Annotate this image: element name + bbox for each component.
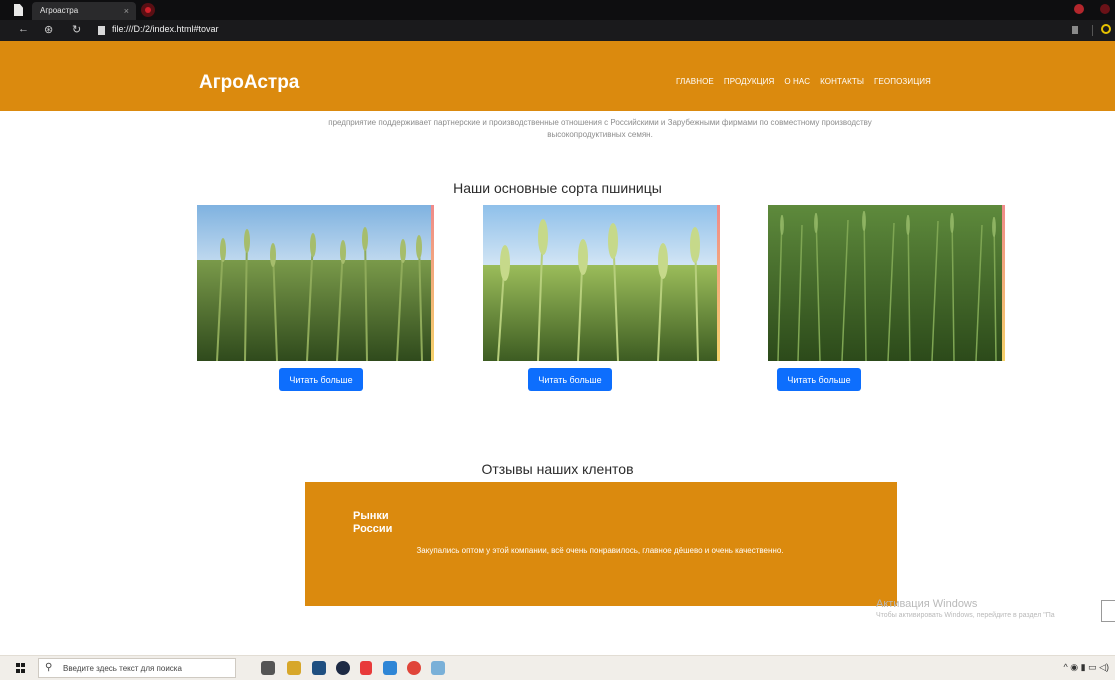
reload-icon[interactable]: ↻ xyxy=(72,23,81,36)
window-close-icon[interactable] xyxy=(1100,4,1110,14)
chrome-icon[interactable] xyxy=(407,661,421,675)
search-placeholder: Введите здесь текст для поиска xyxy=(63,664,182,673)
wheat-image-1 xyxy=(197,205,434,361)
taskbar-search[interactable]: ⚲ Введите здесь текст для поиска xyxy=(38,658,236,678)
extension-icon[interactable] xyxy=(1074,4,1084,14)
nav-contacts[interactable]: КОНТАКТЫ xyxy=(820,77,864,86)
main-nav: ГЛАВНОЕ ПРОДУКЦИЯ О НАС КОНТАКТЫ ГЕОПОЗИ… xyxy=(676,77,941,86)
image-edge xyxy=(431,205,434,361)
windows-taskbar: ⚲ Введите здесь текст для поиска ^ ◉ ▮ ▭… xyxy=(0,655,1115,680)
tab-title: Агроастра xyxy=(40,6,79,15)
system-tray-icons[interactable]: ^ ◉ ▮ ▭ ◁) xyxy=(1064,662,1109,673)
app-icon[interactable] xyxy=(431,661,445,675)
nav-about[interactable]: О НАС xyxy=(784,77,810,86)
site-logo[interactable]: АгроАстра xyxy=(199,72,299,94)
site-header: АгроАстра ГЛАВНОЕ ПРОДУКЦИЯ О НАС КОНТАК… xyxy=(0,41,1115,111)
back-icon[interactable]: ← xyxy=(18,23,29,35)
review-card: Рынки России Закупались оптом у этой ком… xyxy=(305,482,897,606)
image-edge xyxy=(717,205,720,361)
tab-close-icon[interactable]: × xyxy=(124,2,129,20)
review-author: Рынки России xyxy=(353,510,393,535)
address-bar: ← ⊛ ↻ file:///D:/2/index.html#tovar xyxy=(0,20,1115,41)
browser-tab[interactable]: Агроастра × xyxy=(32,2,136,20)
file-explorer-icon[interactable] xyxy=(287,661,301,675)
image-edge xyxy=(1002,205,1005,361)
side-panel-tab[interactable] xyxy=(1101,600,1115,622)
activation-title: Активация Windows xyxy=(876,598,978,610)
activation-subtitle: Чтобы активировать Windows, перейдите в … xyxy=(876,612,1055,619)
yandex-browser-icon[interactable] xyxy=(360,661,372,675)
store-icon[interactable] xyxy=(312,661,326,675)
vscode-icon[interactable] xyxy=(383,661,397,675)
browser-tab-strip: Агроастра × xyxy=(0,0,1115,20)
products-title: Наши основные сорта пшиницы xyxy=(453,180,662,196)
wheat-image-2 xyxy=(483,205,720,361)
toolbar-divider xyxy=(1092,25,1093,36)
url-field[interactable]: file:///D:/2/index.html#tovar xyxy=(112,24,219,34)
search-icon: ⚲ xyxy=(45,662,53,673)
file-icon xyxy=(98,26,105,35)
steam-icon[interactable] xyxy=(336,661,350,675)
extension-ring-icon[interactable] xyxy=(1101,24,1111,34)
page-icon xyxy=(14,4,23,16)
nav-products[interactable]: ПРОДУКЦИЯ xyxy=(724,77,775,86)
read-more-button-1[interactable]: Читать больше xyxy=(279,368,363,391)
record-indicator-icon[interactable] xyxy=(141,3,155,17)
bookmark-icon[interactable] xyxy=(1072,26,1078,34)
wheat-image-3 xyxy=(768,205,1005,361)
nav-home[interactable]: ГЛАВНОЕ xyxy=(676,77,714,86)
task-view-icon[interactable] xyxy=(261,661,275,675)
nav-geo[interactable]: ГЕОПОЗИЦИЯ xyxy=(874,77,931,86)
read-more-button-3[interactable]: Читать больше xyxy=(777,368,861,391)
windows-start-icon[interactable] xyxy=(16,663,26,673)
site-info-icon[interactable]: ⊛ xyxy=(44,23,53,36)
reviews-title: Отзывы наших клентов xyxy=(481,461,634,477)
windows-activation-watermark: Активация Windows Чтобы активировать Win… xyxy=(876,598,1055,619)
read-more-button-2[interactable]: Читать больше xyxy=(528,368,612,391)
intro-text: предприятие поддерживает партнерские и п… xyxy=(328,118,872,139)
review-text: Закупались оптом у этой компании, всё оч… xyxy=(416,546,784,555)
